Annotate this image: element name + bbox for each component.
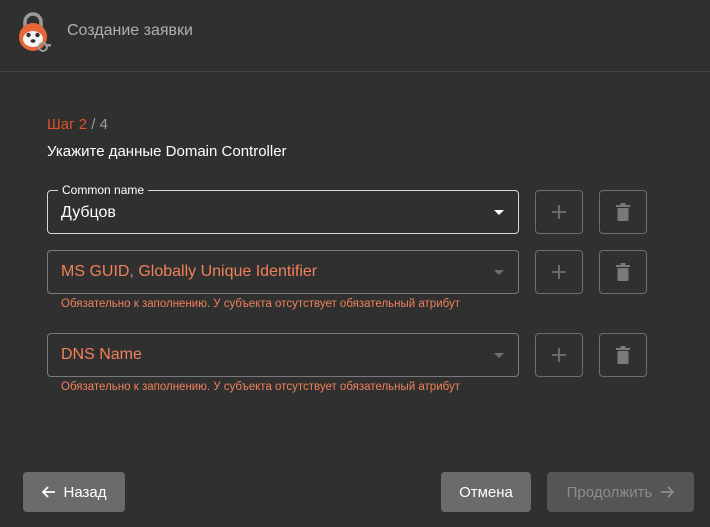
continue-button[interactable]: Продолжить bbox=[547, 472, 694, 512]
arrow-right-icon bbox=[661, 486, 675, 498]
common-name-label: Common name bbox=[58, 183, 149, 197]
add-ms-guid-button[interactable] bbox=[535, 250, 583, 294]
delete-common-name-button[interactable] bbox=[599, 190, 647, 234]
app-logo-icon bbox=[14, 11, 52, 53]
dns-name-placeholder: DNS Name bbox=[61, 346, 142, 363]
chevron-down-icon[interactable] bbox=[494, 270, 504, 275]
dns-name-select[interactable]: DNS Name bbox=[47, 333, 519, 377]
back-button[interactable]: Назад bbox=[23, 472, 125, 512]
step-current: Шаг 2 bbox=[47, 116, 88, 133]
add-dns-name-button[interactable] bbox=[535, 333, 583, 377]
delete-dns-name-button[interactable] bbox=[599, 333, 647, 377]
add-common-name-button[interactable] bbox=[535, 190, 583, 234]
form-subtitle: Укажите данные Domain Controller bbox=[47, 143, 287, 160]
chevron-down-icon[interactable] bbox=[494, 210, 504, 215]
ms-guid-error: Обязательно к заполнению. У субъекта отс… bbox=[61, 298, 460, 310]
trash-icon bbox=[616, 346, 630, 364]
plus-icon bbox=[552, 205, 566, 219]
trash-icon bbox=[616, 203, 630, 221]
dns-name-error: Обязательно к заполнению. У субъекта отс… bbox=[61, 381, 460, 393]
page-title: Создание заявки bbox=[67, 22, 193, 39]
app-header: Создание заявки bbox=[0, 0, 710, 72]
step-indicator: Шаг 2 / 4 bbox=[47, 116, 108, 133]
step-separator: / bbox=[87, 116, 100, 133]
trash-icon bbox=[616, 263, 630, 281]
common-name-select[interactable]: Common name Дубцов bbox=[47, 183, 519, 234]
arrow-left-icon bbox=[41, 486, 55, 498]
ms-guid-select[interactable]: MS GUID, Globally Unique Identifier bbox=[47, 250, 519, 294]
step-total: 4 bbox=[99, 116, 108, 133]
back-button-label: Назад bbox=[63, 483, 107, 501]
cancel-button[interactable]: Отмена bbox=[441, 472, 531, 512]
cancel-button-label: Отмена bbox=[459, 483, 513, 501]
plus-icon bbox=[552, 348, 566, 362]
plus-icon bbox=[552, 265, 566, 279]
continue-button-label: Продолжить bbox=[566, 483, 653, 501]
delete-ms-guid-button[interactable] bbox=[599, 250, 647, 294]
chevron-down-icon[interactable] bbox=[494, 353, 504, 358]
common-name-value: Дубцов bbox=[61, 204, 116, 221]
ms-guid-placeholder: MS GUID, Globally Unique Identifier bbox=[61, 263, 318, 280]
